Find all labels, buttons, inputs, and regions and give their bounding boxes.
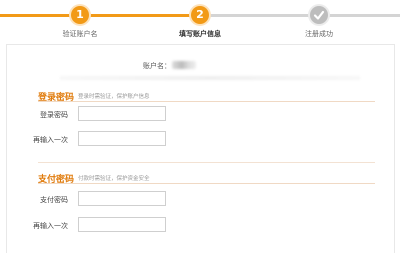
step-line-1-2 (88, 14, 192, 17)
step-1-circle: 1 (71, 6, 89, 24)
step-3-label: 注册成功 (305, 30, 333, 38)
pay-section-divider (38, 183, 375, 184)
step-3-circle (310, 6, 328, 24)
faint-info-row (60, 76, 360, 80)
login-section-divider (38, 101, 375, 102)
step-line-2-3 (208, 14, 311, 17)
login-password-confirm-label: 再输入一次 (33, 136, 68, 144)
pay-password-input[interactable] (78, 191, 166, 206)
step-2-label: 填写账户信息 (179, 30, 221, 38)
pay-password-hint: 付款时需验证，保护资金安全 (78, 176, 150, 182)
login-password-input[interactable] (78, 106, 166, 121)
step-line-left-lead (0, 14, 72, 17)
account-name-label: 账户名： (143, 62, 171, 70)
pay-password-confirm-label: 再输入一次 (33, 222, 68, 230)
step-2-circle: 2 (191, 6, 209, 24)
login-password-confirm-input[interactable] (78, 131, 166, 146)
login-password-label: 登录密码 (40, 111, 68, 119)
pay-password-confirm-input[interactable] (78, 217, 166, 232)
pay-section-top-divider (38, 162, 375, 163)
account-name-value-masked (172, 61, 196, 69)
pay-password-label: 支付密码 (40, 196, 68, 204)
step-line-right-trail (327, 14, 400, 17)
check-icon (313, 10, 325, 20)
step-1-label: 验证账户名 (62, 30, 98, 38)
login-password-hint: 登录时需验证，保护账户信息 (78, 94, 150, 100)
